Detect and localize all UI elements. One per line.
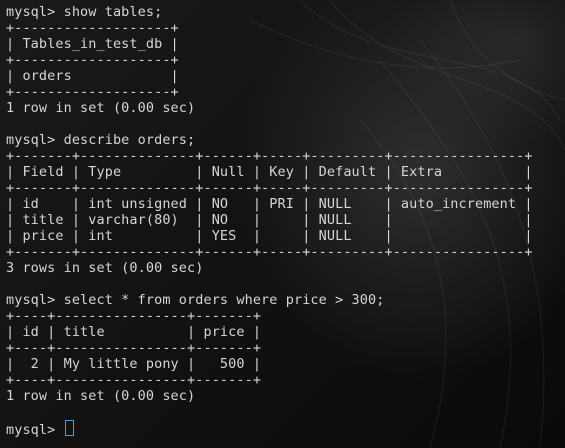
terminal-line: +----+----------------+-------+ xyxy=(6,372,262,388)
terminal-line: +-------+--------------+------+-----+---… xyxy=(6,180,533,196)
terminal-line: mysql> describe orders; xyxy=(6,132,196,148)
terminal-line: +-------------------+ xyxy=(6,52,179,68)
terminal-line: +-------+--------------+------+-----+---… xyxy=(6,244,533,260)
terminal-line: | id | int unsigned | NO | PRI | NULL | … xyxy=(6,196,533,212)
terminal-line: | id | title | price | xyxy=(6,324,262,340)
terminal-line: | title | varchar(80) | NO | | NULL | | xyxy=(6,212,533,228)
terminal-line: | 2 | My little pony | 500 | xyxy=(6,356,262,372)
terminal-line: | price | int | YES | | NULL | | xyxy=(6,228,533,244)
terminal-line: +----+----------------+-------+ xyxy=(6,308,262,324)
terminal-line: | orders | xyxy=(6,68,179,84)
prompt-label: mysql> xyxy=(6,422,64,438)
terminal-line: mysql> show tables; xyxy=(6,4,163,20)
terminal-line: | Tables_in_test_db | xyxy=(6,36,179,52)
terminal-line: 1 row in set (0.00 sec) xyxy=(6,388,196,404)
terminal-line: mysql> select * from orders where price … xyxy=(6,292,385,308)
terminal-line: 1 row in set (0.00 sec) xyxy=(6,100,196,116)
terminal-line: +----+----------------+-------+ xyxy=(6,340,262,356)
terminal-line: +-------------------+ xyxy=(6,84,179,100)
terminal-line: +-------+--------------+------+-----+---… xyxy=(6,148,533,164)
text-cursor[interactable] xyxy=(64,420,74,436)
terminal-line: 3 rows in set (0.00 sec) xyxy=(6,260,204,276)
terminal-line: | Field | Type | Null | Key | Default | … xyxy=(6,164,533,180)
terminal-output[interactable]: mysql> show tables; +-------------------… xyxy=(6,4,561,444)
prompt-line[interactable]: mysql> xyxy=(6,420,561,438)
terminal-line: +-------------------+ xyxy=(6,20,179,36)
